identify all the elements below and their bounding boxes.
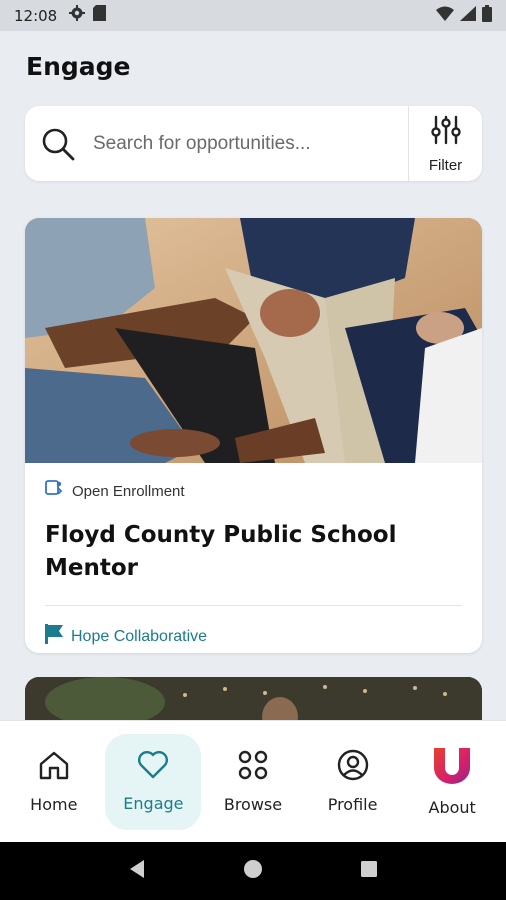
search-bar: Filter: [25, 106, 482, 181]
system-navigation-bar: [0, 842, 506, 900]
nav-engage[interactable]: Engage: [105, 733, 202, 830]
enrollment-icon: [45, 480, 63, 503]
home-circle-icon[interactable]: [243, 859, 263, 884]
status-time: 12:08: [14, 6, 58, 25]
divider: [45, 605, 462, 606]
enrollment-label: Open Enrollment: [72, 483, 185, 500]
enrollment-status: Open Enrollment: [45, 480, 462, 503]
sim-card-icon: [93, 5, 107, 26]
wifi-icon: [436, 6, 454, 26]
nav-engage-label: Engage: [123, 794, 184, 813]
organization-link[interactable]: Hope Collaborative: [45, 624, 462, 649]
sliders-icon: [430, 114, 462, 151]
nav-browse-label: Browse: [223, 795, 283, 814]
status-bar: 12:08: [0, 0, 506, 31]
nav-home[interactable]: Home: [6, 734, 102, 830]
recents-icon[interactable]: [360, 860, 378, 883]
nav-home-label: Home: [30, 795, 78, 814]
signal-icon: [460, 5, 476, 26]
nav-about[interactable]: About: [404, 734, 500, 830]
search-input[interactable]: [93, 132, 393, 155]
nav-browse[interactable]: Browse: [205, 734, 301, 830]
about-logo-icon: [432, 746, 472, 789]
home-icon: [38, 749, 70, 786]
grid-icon: [237, 749, 269, 786]
nav-profile-label: Profile: [327, 795, 378, 814]
profile-icon: [337, 749, 369, 786]
organization-label: Hope Collaborative: [71, 627, 208, 645]
search-icon: [41, 127, 75, 161]
filter-button[interactable]: Filter: [408, 106, 482, 181]
page-title: Engage: [26, 52, 131, 81]
filter-label: Filter: [428, 156, 463, 174]
opportunity-photo: [25, 218, 482, 463]
flag-icon: [45, 624, 63, 649]
nav-about-label: About: [428, 798, 476, 817]
back-icon[interactable]: [128, 859, 146, 884]
gear-icon: [69, 5, 86, 26]
opportunity-card[interactable]: Open Enrollment Floyd County Public Scho…: [25, 218, 482, 653]
heart-icon: [137, 750, 169, 785]
bottom-navigation: Home Engage Browse Profile About: [0, 720, 506, 842]
opportunity-title: Floyd County Public School Mentor: [45, 522, 397, 581]
nav-profile[interactable]: Profile: [305, 734, 401, 830]
battery-icon: [482, 4, 492, 27]
